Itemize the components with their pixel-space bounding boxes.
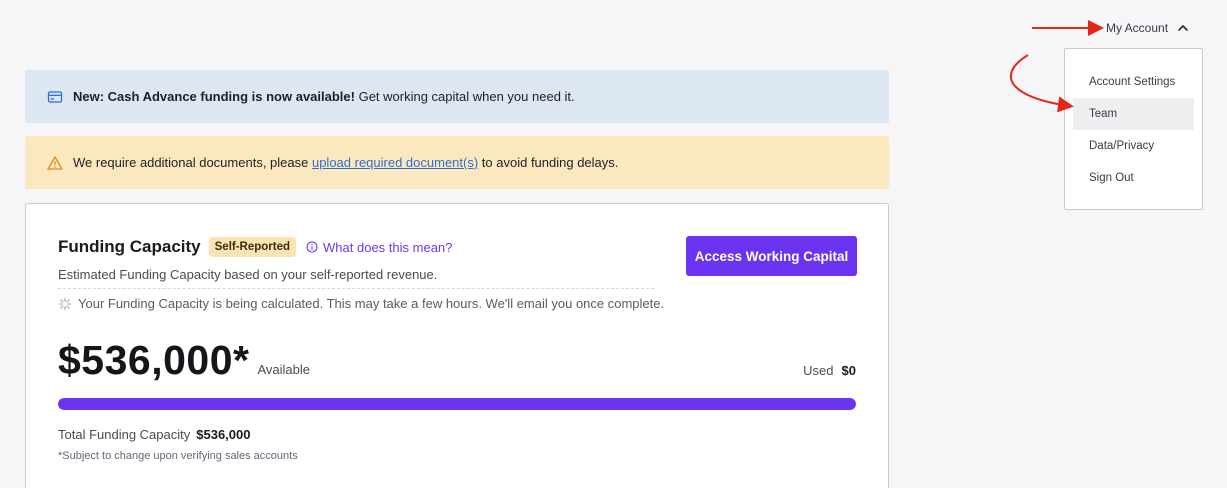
self-reported-badge: Self-Reported — [208, 237, 297, 257]
funding-progress-bar — [58, 398, 856, 410]
credit-card-icon — [47, 90, 63, 103]
funding-capacity-card: Funding Capacity Self-Reported What does… — [25, 203, 889, 488]
used-label: Used — [803, 363, 834, 378]
card-subtitle: Estimated Funding Capacity based on your… — [58, 267, 654, 289]
warning-triangle-icon — [47, 155, 63, 170]
documents-warning-banner: We require additional documents, please … — [25, 136, 889, 189]
cash-advance-banner-text: New: Cash Advance funding is now availab… — [73, 89, 575, 104]
upload-documents-link[interactable]: upload required document(s) — [312, 155, 478, 170]
menu-item-sign-out[interactable]: Sign Out — [1065, 162, 1202, 194]
documents-warning-text: We require additional documents, please … — [73, 155, 618, 170]
card-title-row: Funding Capacity Self-Reported What does… — [58, 236, 452, 258]
cash-advance-detail: Get working capital when you need it. — [354, 89, 575, 104]
footnote: *Subject to change upon verifying sales … — [58, 450, 298, 462]
menu-item-account-settings[interactable]: Account Settings — [1065, 66, 1202, 98]
cash-advance-headline: New: Cash Advance funding is now availab… — [73, 89, 355, 104]
calculating-text: Your Funding Capacity is being calculate… — [78, 296, 665, 311]
warning-text-after: to avoid funding delays. — [478, 155, 619, 170]
chevron-up-icon — [1178, 25, 1188, 31]
cash-advance-banner: New: Cash Advance funding is now availab… — [25, 70, 889, 123]
available-amount-row: $536,000* Available — [58, 337, 310, 384]
access-working-capital-button[interactable]: Access Working Capital — [686, 236, 857, 276]
my-account-label: My Account — [1106, 21, 1169, 35]
menu-item-team[interactable]: Team — [1073, 98, 1194, 130]
available-amount: $536,000* — [58, 337, 250, 383]
account-dropdown-menu: Account Settings Team Data/Privacy Sign … — [1064, 48, 1203, 210]
available-label: Available — [257, 362, 310, 377]
my-account-toggle[interactable]: My Account — [1106, 18, 1190, 38]
help-link-label: What does this mean? — [323, 239, 453, 255]
annotation-arrow-team — [1009, 54, 1074, 113]
info-icon — [306, 241, 318, 253]
total-capacity-label: Total Funding Capacity — [58, 427, 191, 442]
warning-text-before: We require additional documents, please — [73, 155, 312, 170]
total-capacity-row: Total Funding Capacity $536,000 — [58, 427, 250, 442]
loading-spinner-icon — [58, 297, 72, 310]
page: My Account Account Settings Team Data/Pr… — [0, 0, 1227, 488]
used-row: Used $0 — [803, 363, 856, 378]
card-title: Funding Capacity — [58, 237, 201, 256]
calculating-status: Your Funding Capacity is being calculate… — [58, 296, 664, 311]
total-capacity-value: $536,000 — [196, 427, 251, 442]
menu-item-data-privacy[interactable]: Data/Privacy — [1065, 130, 1202, 162]
what-does-this-mean-link[interactable]: What does this mean? — [306, 240, 452, 255]
used-value: $0 — [841, 363, 856, 378]
funding-progress-fill — [58, 398, 856, 410]
